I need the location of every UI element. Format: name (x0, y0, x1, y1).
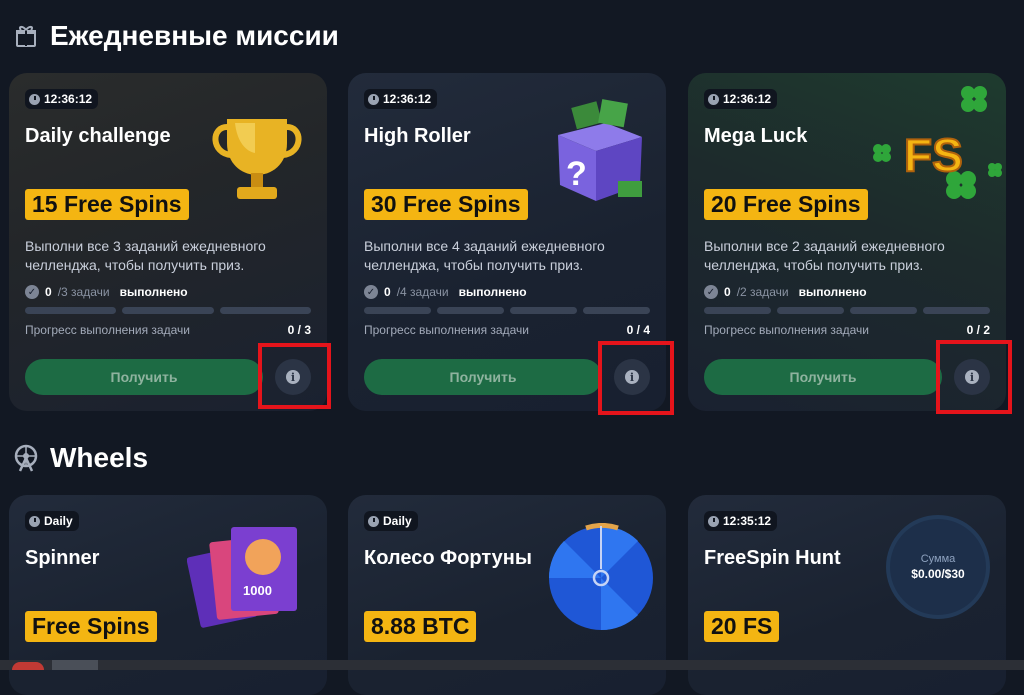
card-title: FreeSpin Hunt (704, 547, 841, 569)
claim-button[interactable]: Получить (364, 359, 602, 395)
mystery-box-icon: ? (558, 99, 642, 201)
slot-cards-icon: 1000 (187, 527, 297, 628)
clock-icon (29, 515, 40, 527)
taskbar-app-icon[interactable] (12, 662, 44, 670)
clock-icon (368, 515, 379, 527)
progress-value: 0 / 3 (287, 323, 311, 337)
clock-icon (708, 93, 719, 105)
progress-segment (364, 307, 431, 314)
check-icon: ✓ (704, 285, 718, 299)
ferris-wheel-icon (12, 444, 40, 472)
wheels-section-title: Wheels (12, 442, 148, 474)
timer-badge: 12:36:12 (25, 89, 99, 109)
card-title: High Roller (364, 125, 471, 147)
progress-segment (923, 307, 990, 314)
highlight-box (936, 340, 1012, 414)
taskbar (0, 660, 1024, 670)
timer-badge: 12:35:12 (704, 511, 778, 531)
progress-bar (364, 307, 650, 314)
clock-icon (708, 515, 719, 527)
trophy-icon (212, 119, 302, 199)
progress-segment (777, 307, 844, 314)
progress-segment (25, 307, 117, 314)
prize-badge: 30 Free Spins (364, 189, 528, 220)
prize-badge: 20 FS (704, 611, 780, 642)
progress-segment (510, 307, 577, 314)
clock-icon (29, 93, 40, 105)
check-icon: ✓ (364, 285, 378, 299)
mission-description: Выполни все 3 заданий ежедневного челлен… (25, 238, 266, 273)
tasks-status: ✓ 0/4 задачи выполнено (364, 285, 527, 299)
claim-button[interactable]: Получить (25, 359, 263, 395)
progress-label: Прогресс выполнения задачи (704, 323, 869, 337)
timer-badge: 12:36:12 (704, 89, 778, 109)
progress-segment (850, 307, 917, 314)
timer-badge: Daily (364, 511, 418, 531)
timer-badge: Daily (25, 511, 79, 531)
missions-title: Ежедневные миссии (50, 20, 339, 51)
wheels-title: Wheels (50, 442, 149, 473)
progress-value: 0 / 4 (626, 323, 650, 337)
progress-segment (437, 307, 504, 314)
claim-button[interactable]: Получить (704, 359, 942, 395)
svg-text:?: ? (566, 155, 587, 193)
clock-icon (368, 93, 379, 105)
check-icon: ✓ (25, 285, 39, 299)
taskbar-app-icon[interactable] (52, 660, 98, 670)
sum-circle: Сумма $0.00/$30 (886, 515, 990, 619)
progress-value: 0 / 2 (966, 323, 990, 337)
progress-label: Прогресс выполнения задачи (25, 323, 190, 337)
mission-description: Выполни все 2 заданий ежедневного челлен… (704, 238, 945, 273)
svg-text:FS: FS (904, 129, 963, 181)
sum-value: $0.00/$30 (911, 567, 965, 581)
tasks-status: ✓ 0/2 задачи выполнено (704, 285, 867, 299)
svg-text:1000: 1000 (243, 583, 272, 598)
progress-bar (25, 307, 311, 314)
prize-badge: Free Spins (25, 611, 157, 642)
fortune-wheel-icon (548, 523, 653, 631)
mission-description: Выполни все 4 заданий ежедневного челлен… (364, 238, 605, 273)
gift-icon (12, 22, 40, 50)
missions-section-title: Ежедневные миссии (12, 20, 339, 52)
progress-segment (122, 307, 214, 314)
timer-badge: 12:36:12 (364, 89, 438, 109)
progress-label: Прогресс выполнения задачи (364, 323, 529, 337)
card-title: Колесо Фортуны (364, 547, 532, 569)
prize-badge: 8.88 BTC (364, 611, 477, 642)
fs-clover-icon: FS (873, 86, 1002, 199)
sum-label: Сумма (920, 553, 956, 565)
progress-segment (704, 307, 771, 314)
highlight-box (258, 343, 331, 409)
progress-bar (704, 307, 990, 314)
card-title: Daily challenge (25, 125, 171, 147)
progress-segment (583, 307, 650, 314)
card-title: Mega Luck (704, 125, 808, 147)
card-title: Spinner (25, 547, 100, 569)
highlight-box (598, 341, 674, 415)
prize-badge: 15 Free Spins (25, 189, 189, 220)
prize-badge: 20 Free Spins (704, 189, 868, 220)
progress-segment (219, 307, 311, 314)
tasks-status: ✓ 0/3 задачи выполнено (25, 285, 188, 299)
